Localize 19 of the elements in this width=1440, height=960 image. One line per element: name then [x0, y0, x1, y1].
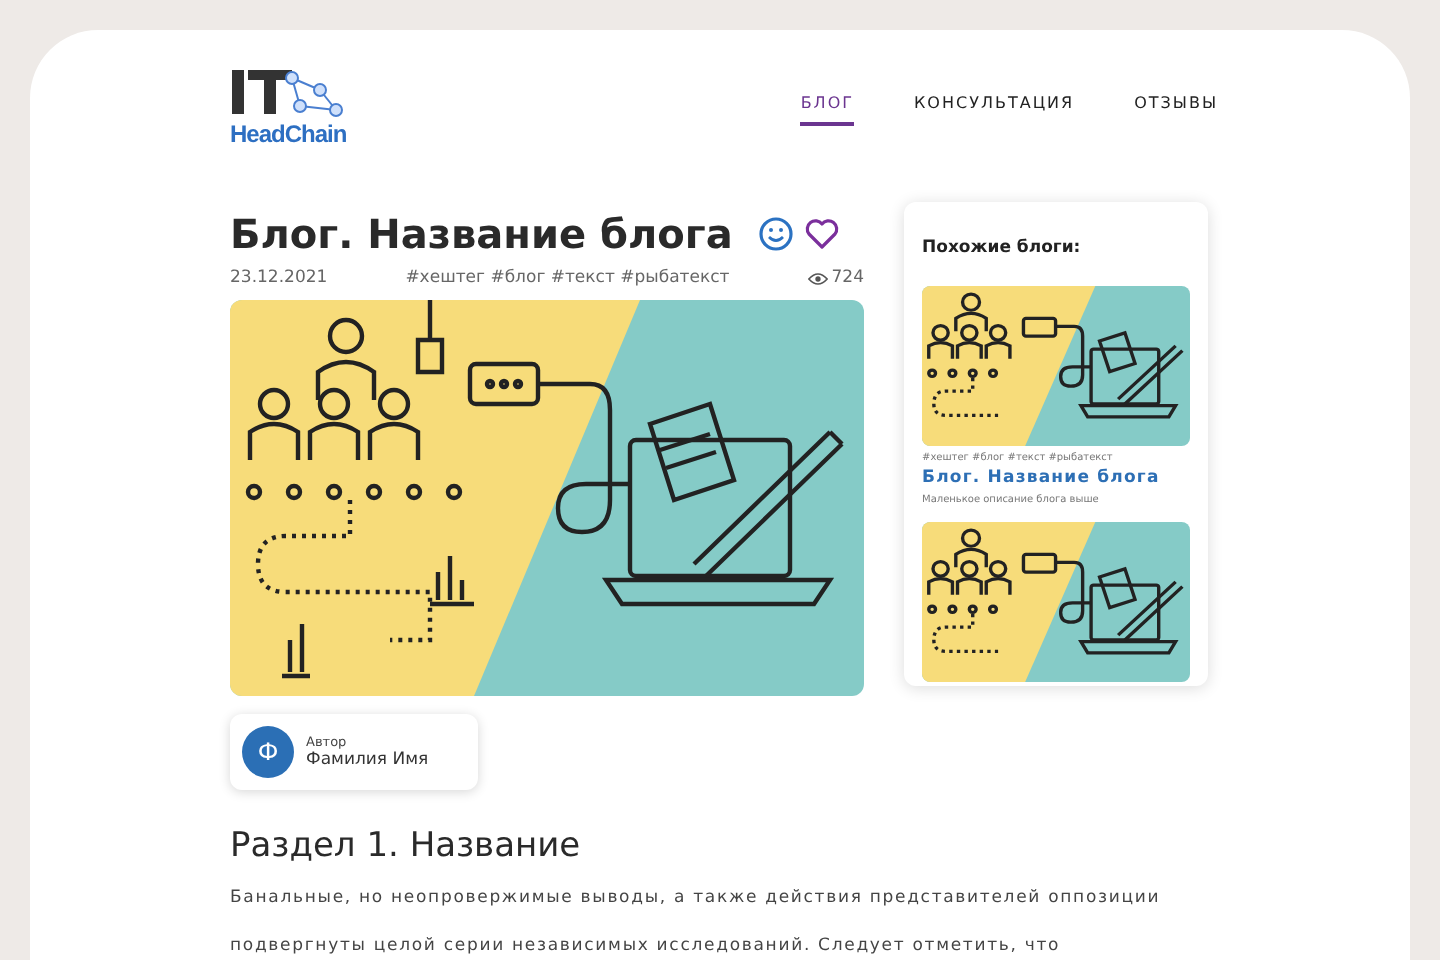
illustration-drawing[interactable] [922, 522, 1190, 682]
nav-link[interactable]: КОНСУЛЬТАЦИЯ [914, 94, 1075, 126]
post-date: 23.12.2021 [230, 268, 328, 288]
nav-link[interactable]: БЛОГ [800, 94, 854, 126]
paragraph-text: Банальные, но неопровержимые выводы, а также действия представителей оппозиции подвергнуты целой серии независимых исследований. Следует отметить, что [230, 886, 1163, 960]
related-heading: Похожие блоги: [922, 238, 1083, 258]
nav-link[interactable]: ОТЗЫВЫ [1134, 94, 1218, 126]
logo-text[interactable]: HeadChain [230, 122, 358, 146]
section-heading: Раздел 1. Название [230, 826, 583, 866]
card-title-link[interactable]: Блог. Название блога [922, 468, 1190, 488]
illustration-drawing[interactable] [922, 286, 1190, 446]
eye-icon [807, 271, 828, 285]
author-avatar: Ф [242, 726, 294, 778]
post-tags: #хештег #блог #текст #рыбатекст [405, 268, 730, 288]
author-name: Фамилия Имя [306, 750, 429, 770]
view-count: 724 [831, 268, 864, 288]
smiley-icon[interactable] [758, 216, 795, 252]
post-title: Блог. Название блога [230, 210, 733, 258]
heart-icon[interactable] [804, 216, 841, 252]
